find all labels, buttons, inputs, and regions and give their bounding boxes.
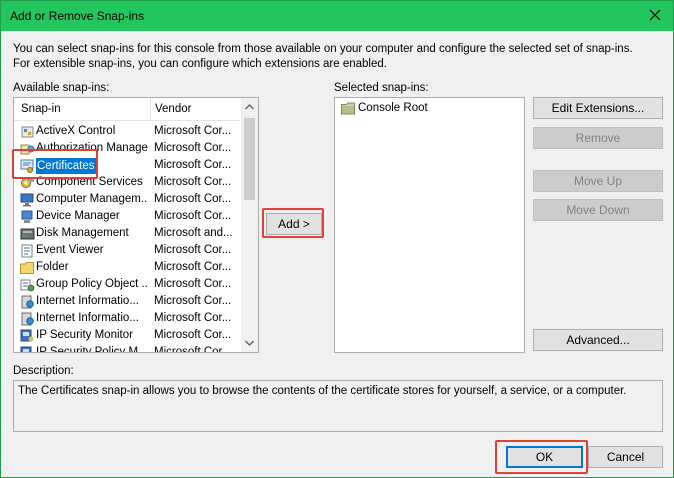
snapin-vendor: Microsoft Cor... (154, 329, 232, 341)
scrollbar-thumb[interactable] (244, 118, 255, 200)
snapin-row[interactable]: Internet Informatio... Microsoft Cor... (14, 294, 240, 311)
snapin-row[interactable]: IP Security Policy M... Microsoft Cor... (14, 345, 240, 353)
snapin-vendor: Microsoft Cor... (154, 312, 232, 324)
column-header-vendor[interactable]: Vendor (155, 103, 191, 115)
event-viewer-icon (21, 244, 33, 258)
snapin-vendor: Microsoft Cor... (154, 346, 232, 353)
edit-extensions-button[interactable]: Edit Extensions... (533, 97, 663, 119)
column-header-snapin[interactable]: Snap-in (21, 103, 61, 115)
snapin-row[interactable]: Event Viewer Microsoft Cor... (14, 243, 240, 260)
iis-icon (21, 295, 34, 309)
snapin-row[interactable]: Internet Informatio... Microsoft Cor... (14, 311, 240, 328)
snapin-vendor: Microsoft Cor... (154, 278, 232, 290)
snapin-name: Event Viewer (36, 244, 104, 256)
snapin-vendor: Microsoft Cor... (154, 244, 232, 256)
dialog-window: Add or Remove Snap-ins You can select sn… (0, 0, 674, 478)
snapin-vendor: Microsoft Cor... (154, 210, 232, 222)
move-up-button[interactable]: Move Up (533, 170, 663, 192)
snapin-row[interactable]: Disk Management Microsoft and... (14, 226, 240, 243)
snapin-name: ActiveX Control (36, 125, 116, 137)
snapin-row[interactable]: Device Manager Microsoft Cor... (14, 209, 240, 226)
advanced-button[interactable]: Advanced... (533, 329, 663, 351)
selected-snapins-list[interactable]: Console Root (334, 97, 525, 353)
folder-icon (341, 102, 355, 115)
snapin-vendor: Microsoft Cor... (154, 125, 232, 137)
tree-node-label: Console Root (358, 102, 428, 114)
column-divider[interactable] (150, 98, 151, 120)
snapin-name: Internet Informatio... (36, 295, 139, 307)
iis-icon (21, 312, 34, 326)
ip-security-icon (20, 329, 34, 342)
activex-icon (21, 126, 34, 138)
add-button-highlight (262, 208, 324, 238)
snapin-row[interactable]: IP Security Monitor Microsoft Cor... (14, 328, 240, 345)
snapin-name: IP Security Policy M... (36, 346, 148, 353)
snapin-row[interactable]: Group Policy Object ... Microsoft Cor... (14, 277, 240, 294)
snapin-name: Folder (36, 261, 69, 273)
disk-icon (20, 228, 35, 240)
list-header: Snap-in Vendor (14, 98, 240, 121)
move-down-button[interactable]: Move Down (533, 199, 663, 221)
window-title: Add or Remove Snap-ins (10, 9, 145, 23)
snapin-row[interactable]: Computer Managem... Microsoft Cor... (14, 192, 240, 209)
ok-button-highlight (495, 440, 588, 474)
snapin-name: Device Manager (36, 210, 120, 222)
snapin-vendor: Microsoft and... (154, 227, 233, 239)
description-box: The Certificates snap-in allows you to b… (13, 380, 663, 432)
selected-snapins-label: Selected snap-ins: (334, 82, 429, 94)
ip-security-icon (20, 346, 32, 352)
group-policy-icon (20, 279, 35, 292)
snapin-name: Computer Managem... (36, 193, 148, 205)
snapin-vendor: Microsoft Cor... (154, 193, 232, 205)
snapin-name: Internet Informatio... (36, 312, 139, 324)
remove-button[interactable]: Remove (533, 127, 663, 149)
snapin-vendor: Microsoft Cor... (154, 261, 232, 273)
description-label: Description: (13, 365, 74, 377)
device-manager-icon (21, 210, 33, 223)
certificates-highlight (12, 149, 98, 179)
computer-management-icon (20, 193, 34, 207)
snapin-vendor: Microsoft Cor... (154, 142, 232, 154)
snapin-name: Group Policy Object ... (36, 278, 148, 290)
folder-icon (20, 262, 34, 274)
snapin-row[interactable]: Folder Microsoft Cor... (14, 260, 240, 277)
intro-text: You can select snap-ins for this console… (13, 43, 633, 70)
title-bar[interactable]: Add or Remove Snap-ins (1, 1, 673, 31)
scroll-down-icon[interactable] (245, 339, 254, 347)
snapin-vendor: Microsoft Cor... (154, 295, 232, 307)
snapin-vendor: Microsoft Cor... (154, 176, 232, 188)
snapin-vendor: Microsoft Cor... (154, 159, 232, 171)
snapin-row[interactable]: ActiveX Control Microsoft Cor... (14, 124, 240, 141)
snapin-name: Disk Management (36, 227, 129, 239)
available-snapins-label: Available snap-ins: (13, 82, 110, 94)
close-icon[interactable] (645, 5, 665, 25)
available-snapins-list[interactable]: Snap-in Vendor ActiveX Control Microsoft … (13, 97, 259, 353)
description-text: The Certificates snap-in allows you to b… (18, 385, 627, 397)
vertical-scrollbar[interactable] (241, 98, 258, 352)
snapin-name: IP Security Monitor (36, 329, 133, 341)
cancel-button[interactable]: Cancel (588, 446, 663, 468)
scroll-up-icon[interactable] (245, 103, 254, 111)
